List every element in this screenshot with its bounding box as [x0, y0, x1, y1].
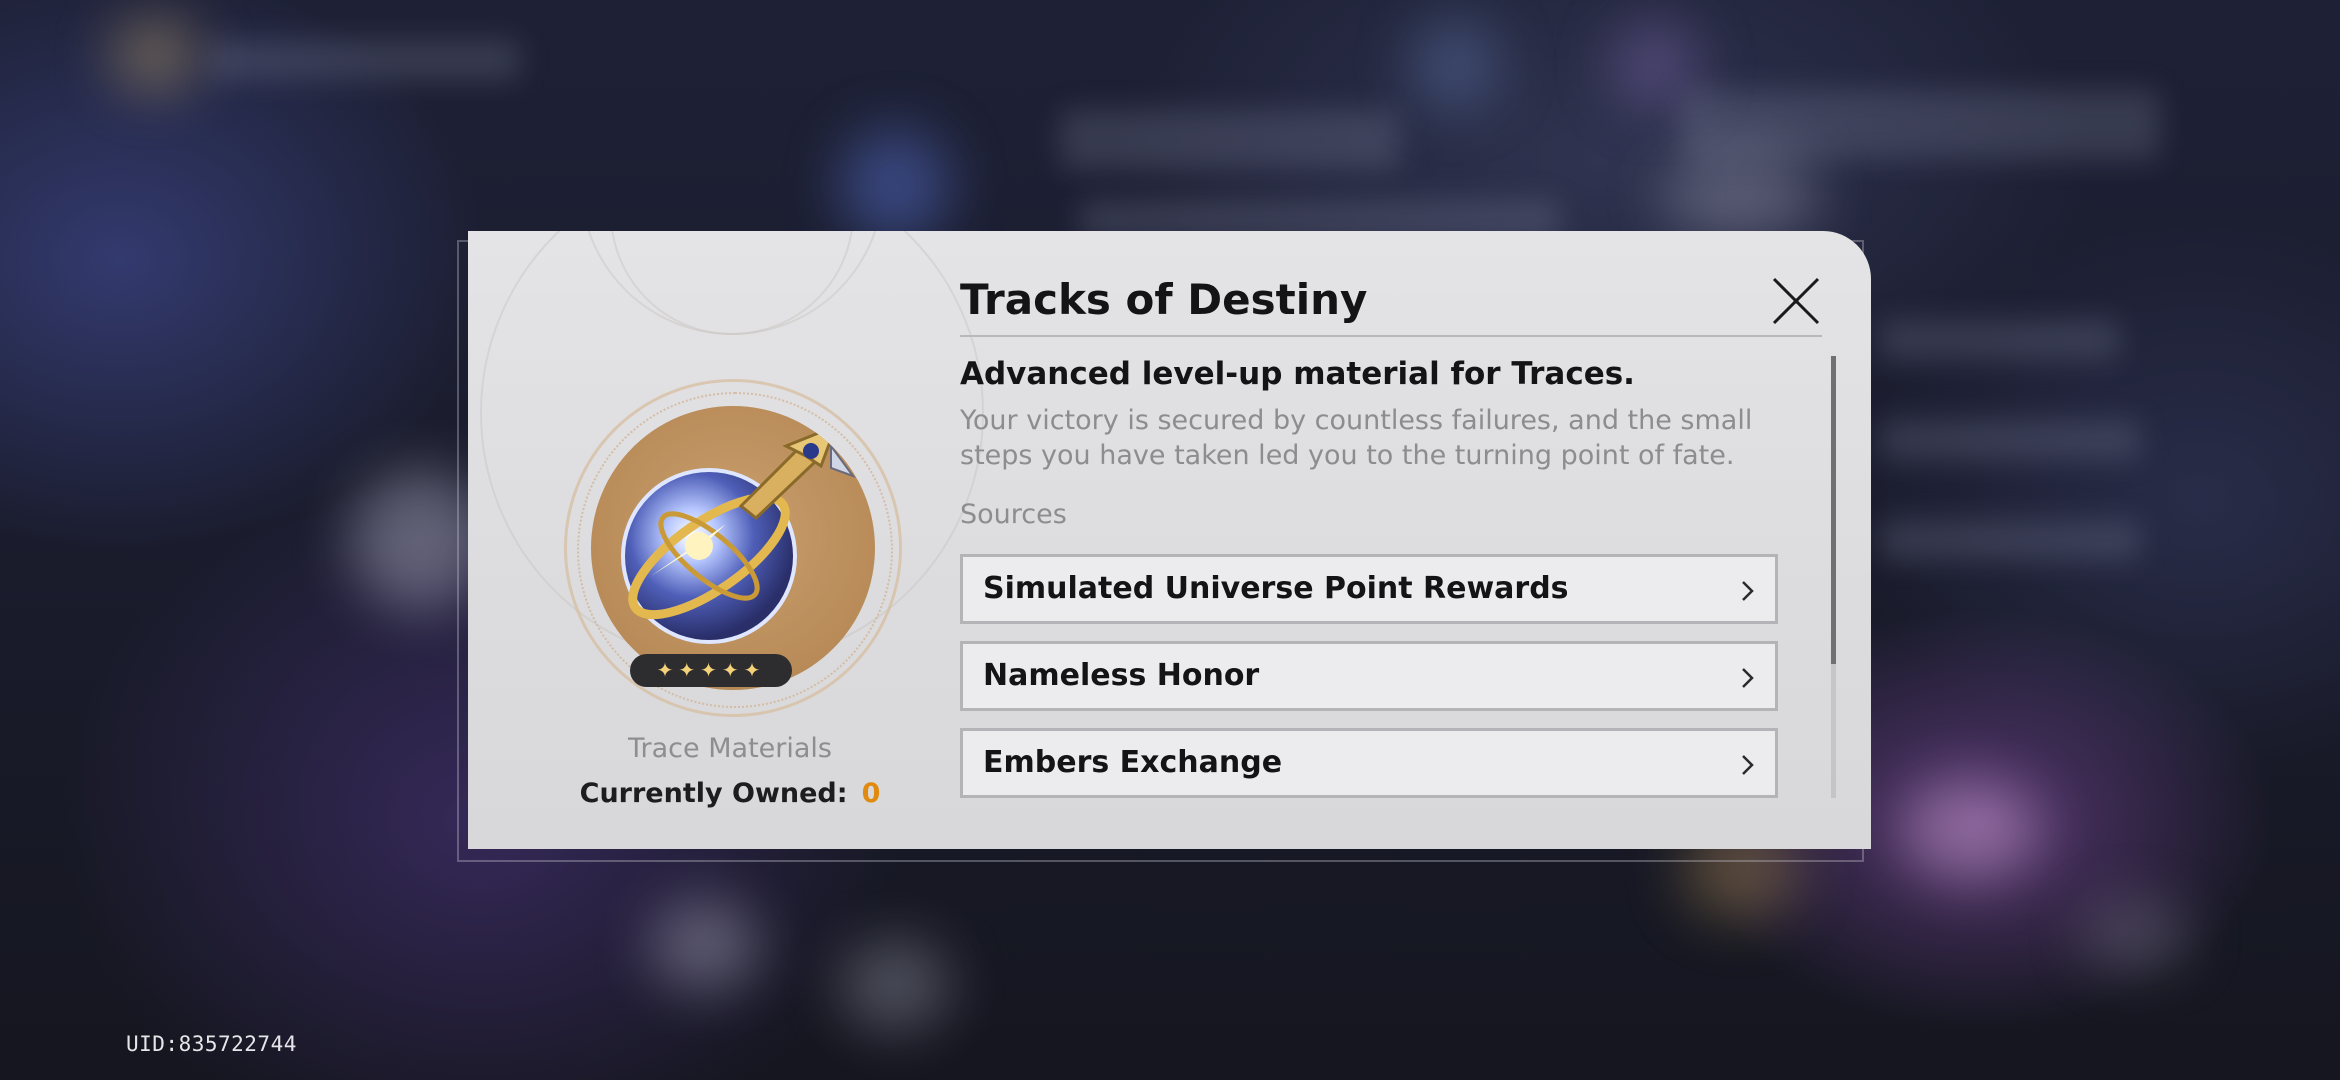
source-simulated-universe[interactable]: Simulated Universe Point Rewards	[960, 554, 1778, 624]
source-label: Embers Exchange	[983, 745, 1283, 780]
player-uid: UID:835722744	[126, 1032, 297, 1056]
item-description: Your victory is secured by countless fai…	[960, 405, 1753, 471]
item-subtitle: Advanced level-up material for Traces.	[960, 356, 1635, 392]
item-icon-background	[591, 406, 875, 690]
owned-value: 0	[861, 778, 881, 809]
item-title: Tracks of Destiny	[960, 275, 1368, 324]
chevron-right-icon	[1742, 668, 1754, 688]
source-embers-exchange[interactable]: Embers Exchange	[960, 728, 1778, 798]
rarity-stars: ✦✦✦✦✦	[630, 654, 792, 687]
source-label: Nameless Honor	[983, 658, 1260, 693]
title-divider	[960, 335, 1822, 337]
source-nameless-honor[interactable]: Nameless Honor	[960, 641, 1778, 711]
close-icon[interactable]	[1770, 275, 1822, 327]
scrollbar-thumb[interactable]	[1831, 356, 1836, 664]
item-detail-dialog: ✦✦✦✦✦ Trace Materials Currently Owned: 0 …	[468, 231, 1871, 849]
owned-count: Currently Owned: 0	[548, 778, 912, 809]
tracks-of-destiny-icon	[621, 423, 856, 644]
sources-label: Sources	[960, 499, 1067, 530]
chevron-right-icon	[1742, 755, 1754, 775]
owned-label: Currently Owned:	[579, 778, 848, 809]
source-label: Simulated Universe Point Rewards	[983, 571, 1569, 606]
chevron-right-icon	[1742, 581, 1754, 601]
item-type: Trace Materials	[628, 733, 832, 764]
